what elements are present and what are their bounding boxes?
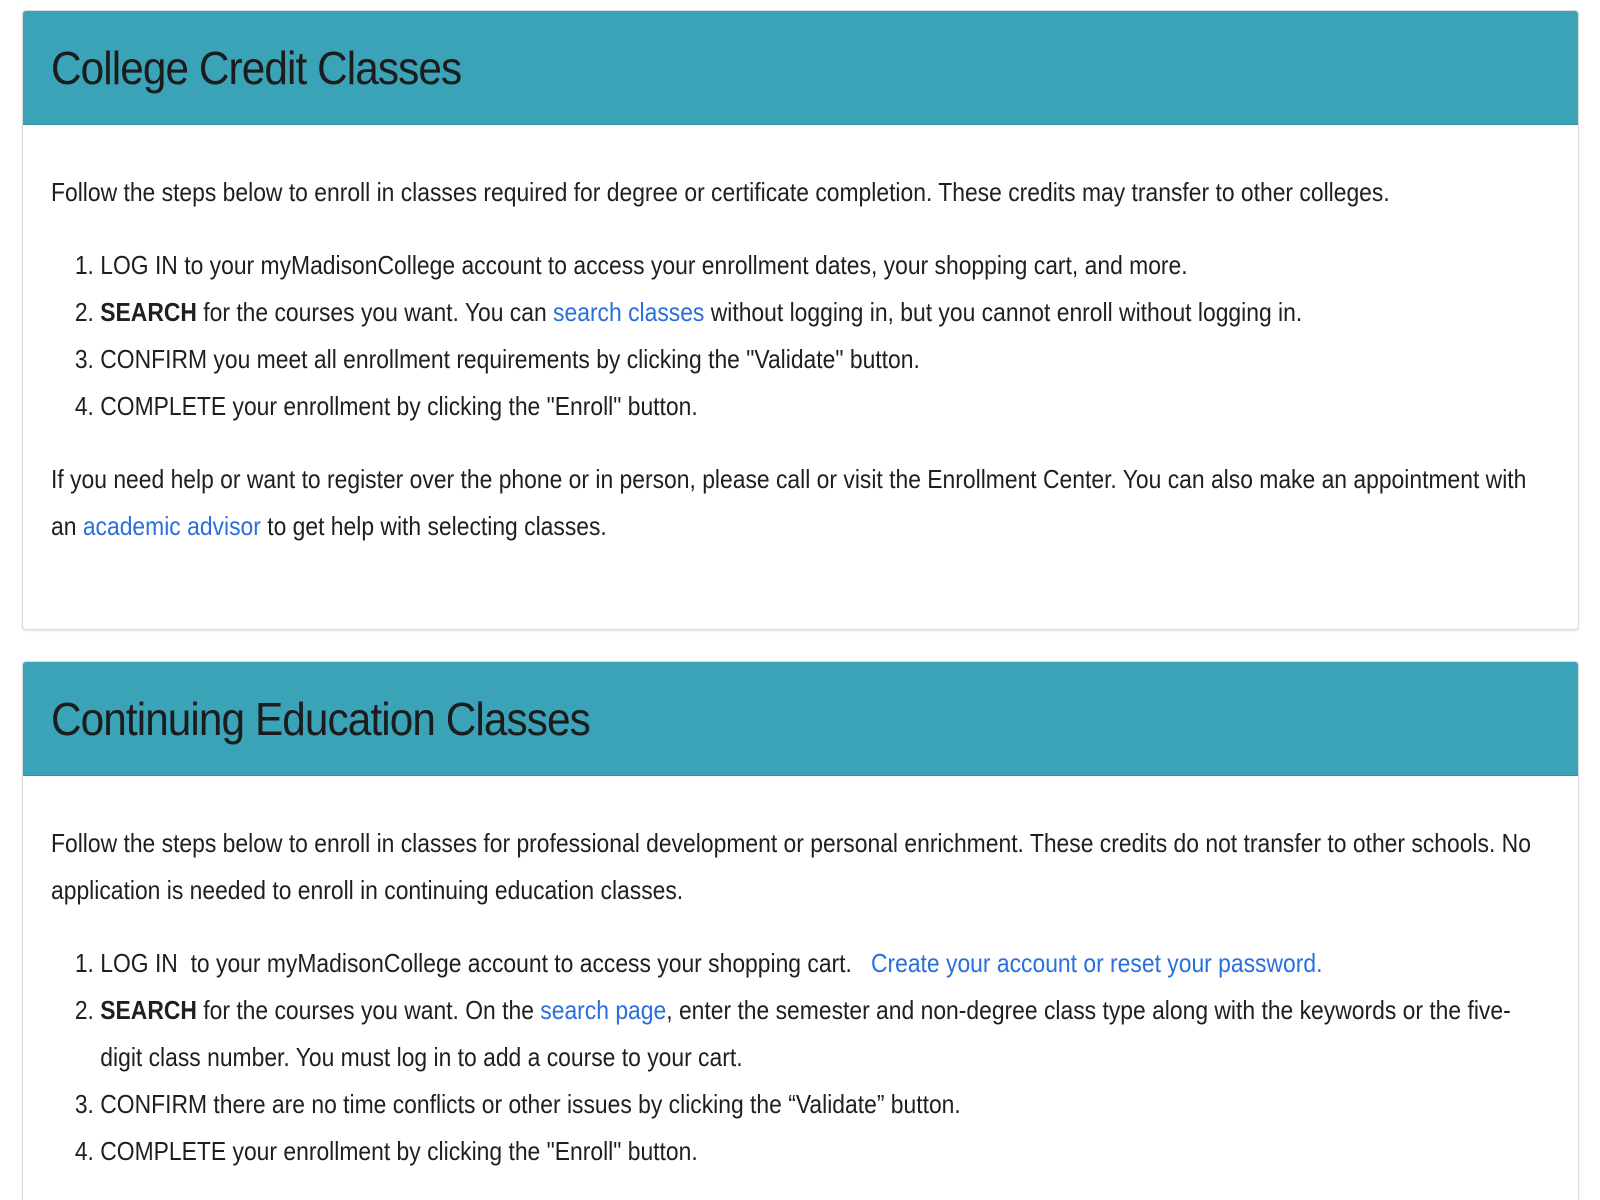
continuing-education-title: Continuing Education Classes: [51, 692, 591, 745]
continuing-education-intro: Follow the steps below to enroll in clas…: [51, 828, 1531, 905]
credit-step-complete: COMPLETE your enrollment by clicking the…: [100, 383, 1547, 430]
page: College Credit Classes Follow the steps …: [0, 0, 1600, 1200]
step-text: there are no time conflicts or other iss…: [213, 1089, 961, 1119]
college-credit-help: If you need help or want to register ove…: [51, 456, 1538, 550]
step-text: without logging in, but you cannot enrol…: [704, 297, 1303, 327]
credit-step-confirm: CONFIRM you meet all enrollment requirem…: [100, 336, 1547, 383]
continuing-education-header: Continuing Education Classes: [23, 662, 1578, 776]
college-credit-panel: College Credit Classes Follow the steps …: [22, 10, 1579, 630]
college-credit-body: Follow the steps below to enroll in clas…: [23, 125, 1578, 550]
step-keyword: CONFIRM: [100, 344, 208, 374]
step-keyword: LOG IN: [100, 948, 178, 978]
ce-step-complete: COMPLETE your enrollment by clicking the…: [100, 1128, 1547, 1175]
step-text: your enrollment by clicking the "Enroll"…: [232, 391, 698, 421]
step-keyword: SEARCH: [100, 995, 197, 1025]
college-credit-title: College Credit Classes: [51, 41, 462, 94]
continuing-education-body: Follow the steps below to enroll in clas…: [23, 776, 1578, 1175]
step-keyword: LOG IN: [100, 250, 178, 280]
continuing-education-steps: LOG IN to your myMadisonCollege account …: [51, 940, 1547, 1175]
college-credit-steps: LOG IN to your myMadisonCollege account …: [51, 242, 1547, 430]
create-account-link[interactable]: Create your account or reset your passwo…: [871, 948, 1322, 978]
step-keyword: CONFIRM: [100, 1089, 208, 1119]
help-text: to get help with selecting classes.: [260, 511, 607, 541]
step-text: for the courses you want. On the: [203, 995, 541, 1025]
search-page-link[interactable]: search page: [540, 995, 666, 1025]
step-text: you meet all enrollment requirements by …: [213, 344, 920, 374]
academic-advisor-link[interactable]: academic advisor: [83, 511, 261, 541]
ce-step-login: LOG IN to your myMadisonCollege account …: [100, 940, 1547, 987]
college-credit-intro: Follow the steps below to enroll in clas…: [51, 177, 1390, 207]
search-classes-link[interactable]: search classes: [553, 297, 704, 327]
credit-step-login: LOG IN to your myMadisonCollege account …: [100, 242, 1547, 289]
ce-step-search: SEARCH for the courses you want. On the …: [100, 987, 1552, 1081]
credit-step-search: SEARCH for the courses you want. You can…: [100, 289, 1547, 336]
step-keyword: COMPLETE: [100, 391, 227, 421]
step-text: to your myMadisonCollege account to acce…: [184, 948, 871, 978]
step-text: to your myMadisonCollege account to acce…: [184, 250, 1188, 280]
step-text: for the courses you want. You can: [203, 297, 554, 327]
step-keyword: COMPLETE: [100, 1136, 227, 1166]
step-text: your enrollment by clicking the "Enroll"…: [232, 1136, 698, 1166]
college-credit-header: College Credit Classes: [23, 11, 1578, 125]
step-keyword: SEARCH: [100, 297, 197, 327]
ce-step-confirm: CONFIRM there are no time conflicts or o…: [100, 1081, 1547, 1128]
continuing-education-panel: Continuing Education Classes Follow the …: [22, 661, 1579, 1200]
